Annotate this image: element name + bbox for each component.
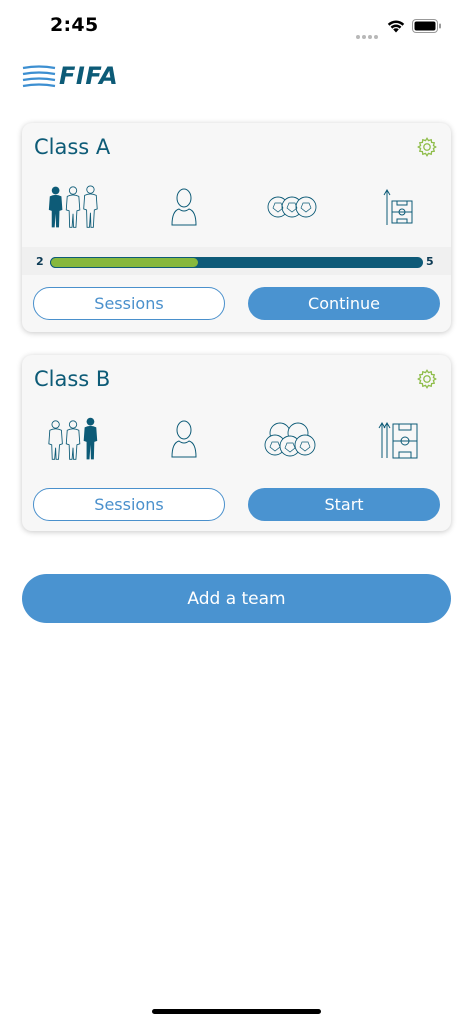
signal-dots-icon xyxy=(356,24,380,39)
balls-icon[interactable] xyxy=(262,183,322,231)
add-team-button[interactable]: Add a team xyxy=(22,574,451,623)
coach-avatar-icon[interactable] xyxy=(154,183,214,231)
continue-button[interactable]: Continue xyxy=(248,287,440,320)
card-icon-row xyxy=(22,183,451,231)
sessions-button[interactable]: Sessions xyxy=(33,287,225,320)
balls-icon[interactable] xyxy=(260,415,320,463)
sessions-button[interactable]: Sessions xyxy=(33,488,225,521)
start-button[interactable]: Start xyxy=(248,488,440,521)
app-header: FIFA xyxy=(22,62,142,92)
progress-max-label: 5 xyxy=(426,255,434,268)
gear-icon[interactable] xyxy=(416,368,438,390)
session-progress: 2 5 xyxy=(22,247,451,275)
status-bar: 2:45 xyxy=(0,0,473,54)
fifa-logo-lines-icon xyxy=(22,65,56,88)
progress-min-label: 2 xyxy=(36,255,44,268)
pitch-tactics-icon[interactable] xyxy=(369,415,429,463)
battery-icon xyxy=(412,19,441,33)
fifa-logo: FIFA xyxy=(59,62,119,90)
players-group-icon[interactable] xyxy=(44,415,104,463)
card-title: Class B xyxy=(34,367,111,391)
progress-bar xyxy=(50,257,423,268)
pitch-tactics-icon[interactable] xyxy=(369,183,429,231)
status-time: 2:45 xyxy=(50,14,99,36)
progress-fill xyxy=(50,257,200,268)
wifi-icon xyxy=(387,20,405,33)
players-group-icon[interactable] xyxy=(44,183,104,231)
coach-avatar-icon[interactable] xyxy=(154,415,214,463)
gear-icon[interactable] xyxy=(416,136,438,158)
team-card-class-a: Class A 2 5 Sessions Continue xyxy=(22,123,451,332)
team-card-class-b: Class B Sessions Start xyxy=(22,355,451,531)
card-icon-row xyxy=(22,415,451,463)
card-title: Class A xyxy=(34,135,111,159)
home-indicator[interactable] xyxy=(152,1009,321,1014)
